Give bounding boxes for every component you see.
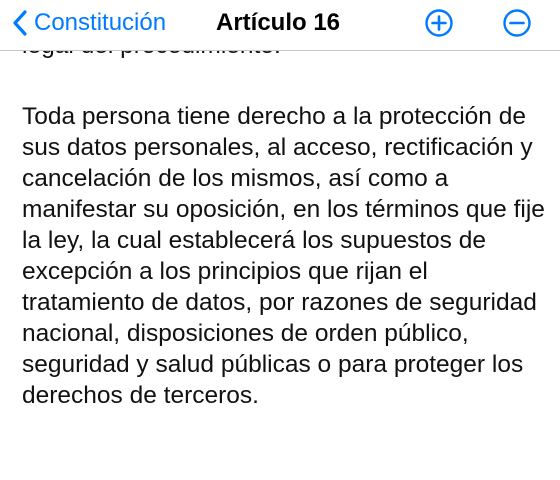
plus-circle-icon <box>425 9 453 37</box>
back-button-label: Constitución <box>34 9 167 36</box>
chevron-left-icon <box>13 10 27 36</box>
article-content[interactable]: legal del procedimiento. Toda persona ti… <box>0 0 560 480</box>
page-title: Artículo 16 <box>216 9 341 36</box>
article-paragraph: Toda persona tiene derecho a la protecci… <box>22 103 545 409</box>
zoom-in-button[interactable] <box>424 8 454 38</box>
minus-circle-icon <box>503 9 531 37</box>
back-button[interactable]: Constitución <box>10 6 166 40</box>
navigation-bar: Constitución Artículo 16 <box>0 0 560 51</box>
zoom-out-button[interactable] <box>502 8 532 38</box>
